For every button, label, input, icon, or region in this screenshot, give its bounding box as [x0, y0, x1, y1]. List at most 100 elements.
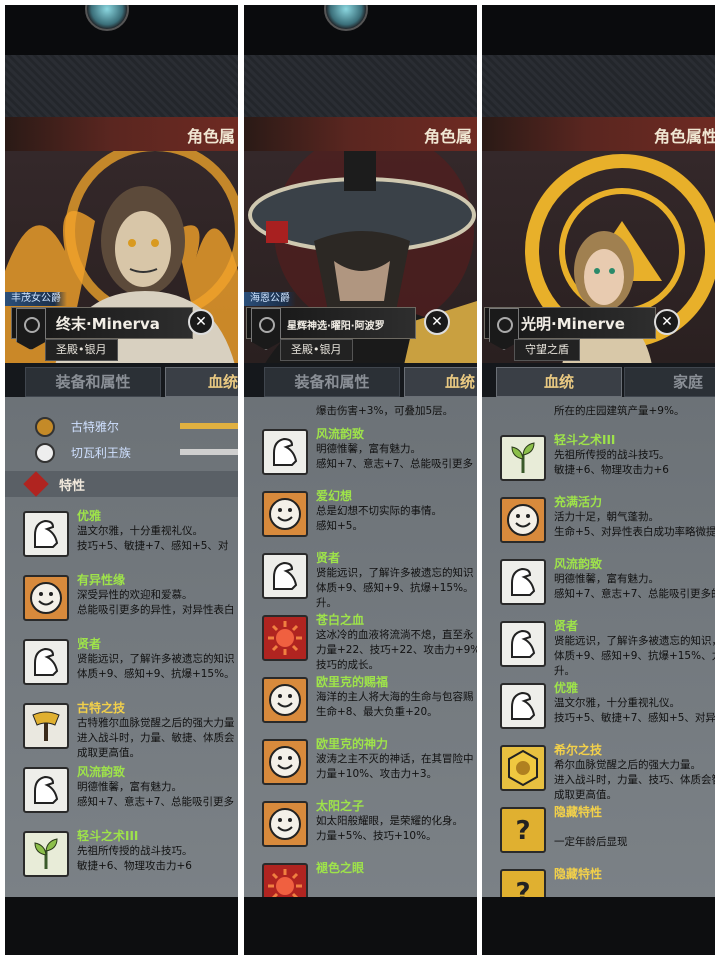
panel-2: 角色属 海恩公爵 星辉神选·曜阳·阿波罗 ✕ 圣殿•银月 装备和属性 血统 爆击… — [244, 5, 477, 955]
title-tag: 丰茂女公爵 — [5, 292, 67, 306]
trait-row[interactable]: 轻斗之术III 先祖所传授的战斗技巧。 敏捷+6、物理攻击力+6 — [5, 825, 238, 887]
tab-bar: 装备和属性 血统 — [244, 363, 477, 397]
crest-icon — [16, 308, 46, 350]
arm-icon — [23, 511, 69, 557]
background-texture — [5, 55, 238, 117]
trait-row[interactable]: 贤者贤能远识，了解许多被遗忘的知识 体质+9、感知+9、抗爆+15%。 — [5, 633, 238, 695]
traits-list[interactable]: 爆击伤害+3%，可叠加5层。 风流韵致 明德惟馨，富有魅力。 感知+7、意志+7、… — [244, 397, 477, 897]
tab-equipment[interactable]: 装备和属性 — [25, 367, 161, 397]
bottom-bar — [5, 897, 238, 955]
trait-row[interactable]: 欧里克的神力 波涛之主不灭的神话，在其冒险中 力量+10%、攻击力+3。 — [244, 733, 477, 795]
lineage-bar — [180, 449, 238, 455]
trait-name: 贤者 — [554, 619, 579, 633]
trait-description: 温文尔雅，十分重视礼仪。 技巧+5、敏捷+7、感知+5、对 — [77, 525, 229, 552]
trait-name: 苍白之血 — [316, 613, 365, 627]
trait-name: 贤者 — [77, 637, 102, 651]
smile-icon — [23, 575, 69, 621]
trait-row[interactable]: 有异性缘 深受异性的欢迎和爱慕。 总能吸引更多的异性，对异性表白 — [5, 569, 238, 631]
trait-name: 优雅 — [77, 509, 102, 523]
smile-icon — [262, 739, 308, 785]
character-subtitle: 圣殿•银月 — [45, 339, 118, 361]
close-button[interactable]: ✕ — [188, 309, 214, 335]
trait-description: 明德惟馨，富有魅力。 感知+7、意志+7、总能吸引更多 — [316, 443, 473, 470]
bottom-bar — [244, 897, 477, 955]
trait-row[interactable]: 爱幻想 总是幻想不切实际的事情。 感知+5。 — [244, 485, 477, 547]
arm-icon — [262, 553, 308, 599]
trait-row[interactable]: 风流韵致 明德惟馨，富有魅力。 感知+7、意志+7、总能吸引更多的 — [482, 553, 715, 615]
arm-icon — [23, 767, 69, 813]
header-bar: 角色属 — [244, 117, 477, 152]
trait-row[interactable]: ? 隐藏特性 — [482, 863, 715, 897]
trait-row[interactable]: 优雅 温文尔雅，十分重视礼仪。 技巧+5、敏捷+7、感知+5、对异 — [482, 677, 715, 739]
top-bar — [5, 5, 238, 55]
trait-description: 贤能远识，了解许多被遗忘的知识 体质+9、感知+9、抗爆+15%。 — [77, 653, 235, 680]
question-icon: ? — [500, 869, 546, 897]
character-subtitle: 圣殿•银月 — [280, 339, 353, 361]
background-texture — [482, 55, 715, 117]
tab-lineage[interactable]: 血统 — [404, 367, 477, 397]
trait-description: 总是幻想不切实际的事情。 感知+5。 — [316, 505, 442, 532]
trait-row[interactable]: 优雅温文尔雅，十分重视礼仪。 技巧+5、敏捷+7、感知+5、对 — [5, 505, 238, 567]
panel-1: 角色属 丰茂女公爵 终末·Minerva ✕ 圣殿•银月 装备和属性 血统 古特… — [5, 5, 238, 955]
trait-row[interactable]: ? 隐藏特性 一定年龄后显现 — [482, 801, 715, 863]
crest-icon — [251, 308, 281, 350]
svg-text:?: ? — [515, 816, 530, 846]
trait-row[interactable]: 风流韵致明德惟馨，富有魅力。 感知+7、意志+7、总能吸引更多 — [244, 423, 477, 485]
arm-icon — [500, 683, 546, 729]
sun-icon — [262, 615, 308, 661]
trait-row[interactable]: 太阳之子 如太阳般耀眼，是荣耀的化身。 力量+5%、技巧+10%。 — [244, 795, 477, 857]
tab-lineage[interactable]: 血统 — [165, 367, 238, 397]
header-title: 角色属 — [187, 127, 236, 146]
trait-description: 希尔血脉觉醒之后的强大力量。 进入战斗时，力量、技巧、体质会智 成取更高值。 — [554, 759, 715, 801]
trait-name: 充满活力 — [554, 495, 603, 509]
arm-icon — [262, 429, 308, 475]
trait-row[interactable]: 贤者 贤能远识，了解许多被遗忘的知识， 体质+9、感知+9、抗爆+15%、力 升。 — [482, 615, 715, 677]
trait-row[interactable]: 充满活力 活力十足，朝气蓬勃。 生命+5、对异性表白成功率略微提 — [482, 491, 715, 553]
top-snippet: 所在的庄园建筑产量+9%。 — [554, 405, 685, 417]
character-name-bar: 星辉神选·曜阳·阿波罗 — [246, 307, 416, 350]
character-name: 终末·Minerva — [56, 315, 160, 333]
panel-3: 角色属性 光明·Minerve ✕ 守望之盾 血统 家庭 所在的庄园建筑产量+9… — [482, 5, 715, 955]
trait-row[interactable]: 苍白之血 这冰冷的血液将流淌不熄，直至永 力量+22、技巧+22、攻击力+9% 技… — [244, 609, 477, 671]
smile-icon — [500, 497, 546, 543]
traits-list[interactable]: 古特雅尔 切瓦利王族 特性 优雅 温文尔雅，十分重视礼仪。 技巧+5、敏捷+7、感… — [5, 397, 238, 897]
lineage-row: 古特雅尔 — [35, 417, 238, 437]
trait-row[interactable]: 贤者贤能远识，了解许多被遗忘的知识 体质+9、感知+9、抗爆+15%。 升。 — [244, 547, 477, 609]
avatar-icon[interactable] — [85, 5, 129, 31]
trait-row[interactable]: 风流韵致 明德惟馨，富有魅力。 感知+7、意志+7、总能吸引更多 — [5, 761, 238, 823]
traits-list[interactable]: 所在的庄园建筑产量+9%。 轻斗之术III 先祖所传授的战斗技巧。 敏捷+6、物理… — [482, 397, 715, 897]
header-bar: 角色属 — [5, 117, 238, 152]
lineage-name: 切瓦利王族 — [70, 445, 131, 460]
trait-name: 轻斗之术III — [77, 829, 139, 843]
sun-icon — [262, 863, 308, 897]
smile-icon — [262, 677, 308, 723]
trait-row[interactable]: 古特之技 古特雅尔血脉觉醒之后的强大力量 进入战斗时，力量、敏捷、体质会 成取更高… — [5, 697, 238, 759]
avatar-icon[interactable] — [324, 5, 368, 31]
tab-equipment[interactable]: 装备和属性 — [264, 367, 400, 397]
lineage-icon — [35, 417, 55, 437]
trait-name: 希尔之技 — [554, 743, 603, 757]
tab-bar: 血统 家庭 — [482, 363, 715, 397]
close-button[interactable]: ✕ — [424, 309, 450, 335]
trait-row[interactable]: 轻斗之术III 先祖所传授的战斗技巧。 敏捷+6、物理攻击力+6 — [482, 429, 715, 491]
trait-description: 波涛之主不灭的神话，在其冒险中 力量+10%、攻击力+3。 — [316, 753, 474, 780]
arm-icon — [500, 621, 546, 667]
trait-row[interactable]: 希尔之技希尔血脉觉醒之后的强大力量。 进入战斗时，力量、技巧、体质会智 成取更高… — [482, 739, 715, 801]
trait-row[interactable]: 欧里克的赐福 海洋的主人将大海的生命与包容赐 生命+8、最大负重+20。 — [244, 671, 477, 733]
tab-lineage[interactable]: 血统 — [496, 367, 622, 397]
close-button[interactable]: ✕ — [654, 309, 680, 335]
tab-bar: 装备和属性 血统 — [5, 363, 238, 397]
trait-description: 贤能远识，了解许多被遗忘的知识 体质+9、感知+9、抗爆+15%。 升。 — [316, 567, 474, 609]
bottom-bar — [482, 897, 715, 955]
character-name-bar: 光明·Minerve — [484, 307, 656, 350]
question-icon: ? — [500, 807, 546, 853]
lineage-bar — [180, 423, 238, 429]
trait-description: 明德惟馨，富有魅力。 感知+7、意志+7、总能吸引更多的 — [554, 573, 715, 600]
trait-name: 隐藏特性 — [554, 805, 603, 819]
tab-family[interactable]: 家庭 — [624, 367, 715, 397]
trait-name: 风流韵致 — [316, 427, 365, 441]
trait-row[interactable]: 褪色之眼 — [244, 857, 477, 897]
trait-name: 贤者 — [316, 551, 341, 565]
trait-description: 明德惟馨，富有魅力。 感知+7、意志+7、总能吸引更多 — [77, 781, 234, 808]
header-bar: 角色属性 — [482, 117, 715, 152]
